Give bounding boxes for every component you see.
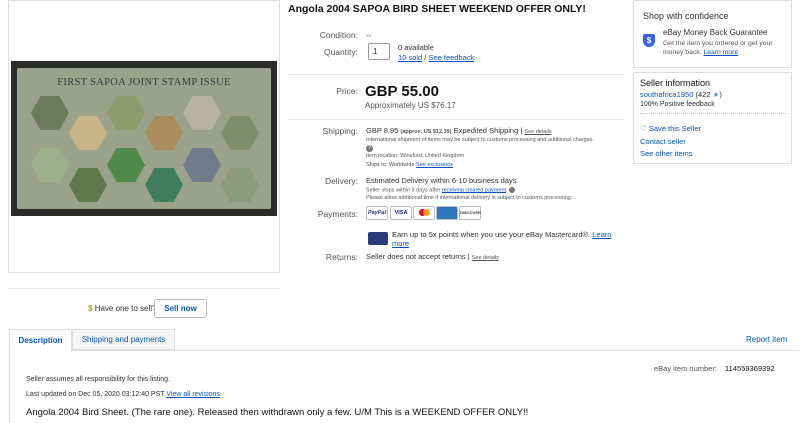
sell-prompt: $ Have one to sell?: [88, 304, 157, 313]
shipping-cost: GBP 8.95: [366, 126, 399, 135]
shop-with-confidence-box: Shop with confidence $ eBay Money Back G…: [633, 0, 792, 68]
shield-icon: $: [643, 34, 655, 47]
shipping-line: GBP 8.95 (approx. US $12.39) Expedited S…: [366, 126, 552, 135]
seller-score-close: ): [719, 90, 722, 99]
divider: [288, 74, 624, 75]
stamp-sheet: FIRST SAPOA JOINT STAMP ISSUE: [17, 68, 271, 209]
delivery-estimate: Estimated Delivery within 6-10 business …: [366, 176, 517, 185]
returns-value: Seller does not accept returns |: [366, 252, 470, 261]
returns-details-link[interactable]: See details: [472, 255, 499, 261]
ships-to: Ships to: Worldwide: [366, 162, 415, 168]
save-seller-link[interactable]: Save this Seller: [649, 124, 701, 133]
promo-text: Earn up to 5x points when you use your e…: [392, 230, 617, 248]
shipping-details-link[interactable]: See details: [524, 129, 551, 135]
delivery-note-2: Please allow additional time if internat…: [366, 195, 573, 201]
quantity-label: Quantity:: [323, 47, 358, 57]
cleared-payment-link[interactable]: receiving cleared payment: [442, 187, 506, 193]
price-label: Price:: [336, 86, 358, 96]
view-revisions-link[interactable]: View all revisions: [166, 391, 220, 398]
ships-to-line: Ships to: Worldwide See exclusions: [366, 162, 453, 168]
description-panel: eBay item number: 114559369392 Seller as…: [9, 350, 799, 423]
discover-icon: DISCOVER: [459, 206, 481, 220]
stamp-hex: [31, 148, 69, 182]
sell-prompt-text: Have one to sell?: [94, 304, 157, 313]
promo-copy: Earn up to 5x points when you use your e…: [392, 230, 591, 239]
guarantee-text: Get the item you ordered or get your mon…: [663, 39, 788, 57]
sold-link[interactable]: 10 sold: [398, 53, 422, 62]
returns-line: Seller does not accept returns | See det…: [366, 252, 499, 261]
seller-name-line: southafrica1950 (422 ★): [640, 90, 722, 99]
shipping-approx: (approx. US $12.39): [400, 129, 452, 135]
info-icon[interactable]: ?: [366, 145, 373, 152]
delivery-label: Delivery:: [324, 176, 358, 186]
stamp-hex: [69, 116, 107, 150]
seller-heading: Seller information: [640, 78, 711, 88]
contact-seller-link[interactable]: Contact seller: [640, 137, 686, 146]
see-exclusions-link[interactable]: See exclusions: [416, 162, 453, 168]
last-updated: Last updated on Dec 05, 2020 03:12:40 PS…: [26, 391, 165, 398]
item-location: Item location: Winsford, United Kingdom: [366, 153, 465, 159]
guarantee-title: eBay Money Back Guarantee: [663, 28, 768, 37]
stamp-hex: [221, 168, 259, 202]
stamp-hex: [145, 168, 183, 202]
paypal-icon: PayPal: [366, 206, 388, 220]
save-seller[interactable]: ♡ Save this Seller: [640, 124, 701, 133]
positive-feedback: 100% Positive feedback: [640, 101, 715, 108]
last-updated-line: Last updated on Dec 05, 2020 03:12:40 PS…: [26, 391, 220, 398]
stamp-hex: [221, 116, 259, 150]
item-title: Angola 2004 SAPOA BIRD SHEET WEEKEND OFF…: [288, 3, 586, 15]
seller-score: (422: [695, 90, 711, 99]
delivery-note: Seller ships within 3 days after receivi…: [366, 187, 516, 194]
stamp-title: FIRST SAPOA JOINT STAMP ISSUE: [57, 77, 231, 88]
amex-icon: [436, 206, 458, 220]
condition-value: --: [366, 31, 371, 40]
heart-icon: ♡: [640, 124, 647, 133]
stamp-hex: [145, 116, 183, 150]
seller-name-link[interactable]: southafrica1950: [640, 90, 693, 99]
stamp-hex: [69, 168, 107, 202]
item-number: 114559369392: [725, 364, 775, 373]
see-feedback-link[interactable]: See feedback: [428, 53, 474, 62]
shipping-service: Expedited Shipping |: [453, 126, 523, 135]
item-image[interactable]: FIRST SAPOA JOINT STAMP ISSUE: [11, 61, 277, 216]
shipping-label: Shipping:: [322, 126, 358, 136]
stamp-hex: [183, 148, 221, 182]
dollar-icon: $: [88, 304, 93, 313]
see-other-items-link[interactable]: See other items: [640, 149, 693, 158]
item-number-line: eBay item number: 114559369392: [654, 364, 775, 373]
confidence-heading: Shop with confidence: [643, 11, 729, 21]
divider: [8, 288, 280, 289]
stamp-hex: [107, 148, 145, 182]
price-approx: Approximately US $76.17: [365, 101, 456, 110]
price-value: GBP 55.00: [365, 83, 439, 100]
item-image-panel[interactable]: FIRST SAPOA JOINT STAMP ISSUE: [8, 0, 280, 273]
description-body: Angola 2004 Bird Sheet. (The rare one). …: [26, 407, 529, 418]
report-item-link[interactable]: Report item: [746, 335, 787, 344]
mastercard-icon: [413, 206, 435, 220]
sold-feedback-line: 10 sold / See feedback: [398, 53, 474, 62]
seller-info-box: Seller information southafrica1950 (422 …: [633, 72, 792, 164]
guarantee-learn-more-link[interactable]: Learn more: [703, 49, 738, 56]
delivery-note-text: Seller ships within 3 days after: [366, 187, 441, 194]
stamp-hex: [107, 96, 145, 130]
responsibility-text: Seller assumes all responsibility for th…: [26, 376, 170, 383]
condition-label: Condition:: [319, 30, 358, 40]
stamp-hex: [183, 96, 221, 130]
ebay-mastercard-icon: [368, 232, 388, 245]
payments-label: Payments:: [317, 209, 358, 219]
item-number-label: eBay item number:: [654, 364, 717, 373]
intl-note: International shipment of items may be s…: [366, 137, 595, 143]
returns-label: Returns:: [325, 252, 358, 262]
visa-icon: VISA: [390, 206, 412, 220]
tab-description[interactable]: Description: [9, 329, 72, 351]
stamp-hex: [31, 96, 69, 130]
info-icon[interactable]: [509, 187, 516, 193]
divider: [288, 119, 624, 120]
quantity-input[interactable]: 1: [368, 43, 390, 60]
available-count: 0 available: [398, 43, 434, 52]
sell-now-button[interactable]: Sell now: [154, 299, 207, 318]
divider: [640, 113, 786, 114]
tab-shipping-payments[interactable]: Shipping and payments: [72, 329, 175, 350]
